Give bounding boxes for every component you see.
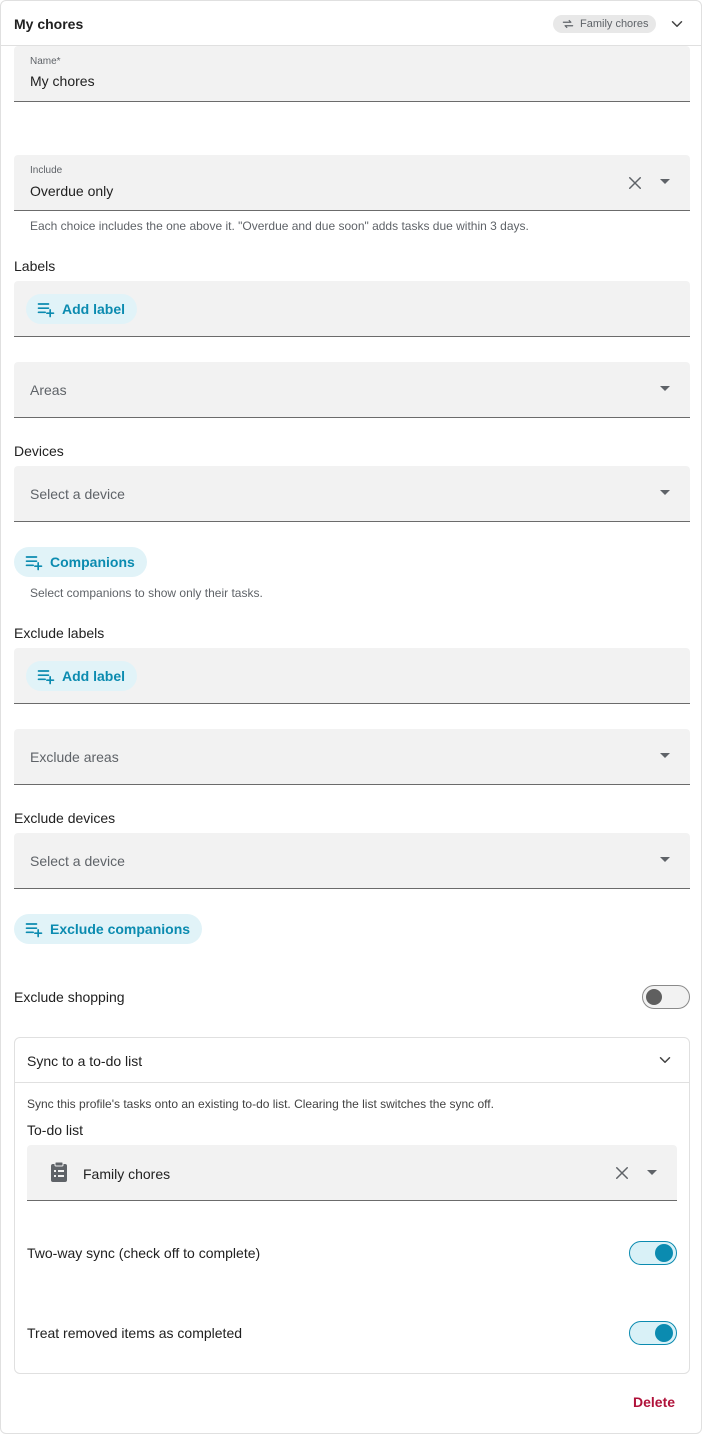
companions-button-label: Companions bbox=[50, 554, 135, 570]
exclude-add-label-button-label: Add label bbox=[62, 668, 126, 684]
sync-panel-title: Sync to a to-do list bbox=[27, 1053, 143, 1069]
dropdown-arrow-icon[interactable] bbox=[660, 857, 670, 862]
devices-select-placeholder: Select a device bbox=[30, 486, 125, 502]
devices-heading: Devices bbox=[14, 443, 64, 459]
exclude-companions-button-label: Exclude companions bbox=[50, 921, 191, 937]
exclude-shopping-label: Exclude shopping bbox=[14, 989, 125, 1005]
two-way-sync-toggle[interactable] bbox=[629, 1241, 677, 1265]
chevron-down-icon[interactable] bbox=[668, 15, 686, 33]
delete-button[interactable]: Delete bbox=[633, 1394, 675, 1410]
dropdown-arrow-icon[interactable] bbox=[660, 386, 670, 391]
dropdown-arrow-icon[interactable] bbox=[647, 1170, 657, 1175]
include-select[interactable]: Include Overdue only bbox=[14, 155, 690, 211]
companions-helper-text: Select companions to show only their tas… bbox=[30, 586, 263, 600]
dropdown-arrow-icon[interactable] bbox=[660, 490, 670, 495]
clipboard-list-icon bbox=[51, 1161, 67, 1182]
include-helper-text: Each choice includes the one above it. "… bbox=[30, 219, 529, 233]
add-label-button[interactable]: Add label bbox=[26, 294, 138, 324]
include-select-value: Overdue only bbox=[30, 183, 114, 199]
two-way-sync-label: Two-way sync (check off to complete) bbox=[27, 1245, 261, 1261]
sync-panel-header[interactable]: Sync to a to-do list bbox=[15, 1038, 689, 1083]
clear-icon[interactable] bbox=[613, 1164, 631, 1182]
todo-list-value: Family chores bbox=[83, 1166, 171, 1182]
playlist-add-icon bbox=[25, 556, 43, 571]
playlist-add-icon bbox=[37, 303, 55, 318]
card-header[interactable]: My chores Family chores bbox=[1, 1, 701, 46]
companions-button[interactable]: Companions bbox=[14, 547, 147, 577]
playlist-add-icon bbox=[37, 670, 55, 685]
sync-badge: Family chores bbox=[553, 15, 657, 33]
todo-list-select[interactable]: Family chores bbox=[27, 1145, 677, 1201]
exclude-areas-select[interactable]: Exclude areas bbox=[14, 729, 690, 785]
chevron-down-icon[interactable] bbox=[656, 1051, 674, 1069]
exclude-devices-placeholder: Select a device bbox=[30, 853, 125, 869]
include-select-label: Include bbox=[30, 165, 63, 176]
exclude-labels-heading: Exclude labels bbox=[14, 625, 105, 641]
toggle-knob bbox=[655, 1244, 673, 1262]
exclude-devices-heading: Exclude devices bbox=[14, 810, 116, 826]
name-field-label: Name* bbox=[30, 56, 61, 67]
name-field[interactable]: Name* My chores bbox=[14, 46, 690, 102]
toggle-knob bbox=[646, 989, 662, 1005]
exclude-add-label-button[interactable]: Add label bbox=[26, 661, 138, 691]
areas-select-placeholder: Areas bbox=[30, 382, 67, 398]
sync-badge-label: Family chores bbox=[580, 18, 649, 30]
card-title: My chores bbox=[14, 16, 84, 32]
removed-completed-label: Treat removed items as completed bbox=[27, 1325, 243, 1341]
profile-card: My chores Family chores Name* My chores … bbox=[0, 0, 702, 1434]
sync-description: Sync this profile's tasks onto an existi… bbox=[27, 1097, 494, 1111]
removed-completed-toggle[interactable] bbox=[629, 1321, 677, 1345]
add-label-button-label: Add label bbox=[62, 301, 126, 317]
exclude-areas-placeholder: Exclude areas bbox=[30, 749, 119, 765]
exclude-shopping-toggle[interactable] bbox=[642, 985, 690, 1009]
exclude-companions-button[interactable]: Exclude companions bbox=[14, 914, 203, 944]
areas-select[interactable]: Areas bbox=[14, 362, 690, 418]
dropdown-arrow-icon[interactable] bbox=[660, 179, 670, 184]
devices-select[interactable]: Select a device bbox=[14, 466, 690, 522]
dropdown-arrow-icon[interactable] bbox=[660, 753, 670, 758]
sync-panel: Sync to a to-do list Sync this profile's… bbox=[14, 1037, 690, 1374]
playlist-add-icon bbox=[25, 923, 43, 938]
exclude-devices-select[interactable]: Select a device bbox=[14, 833, 690, 889]
todo-list-label: To-do list bbox=[27, 1122, 84, 1138]
toggle-knob bbox=[655, 1324, 673, 1342]
swap-icon bbox=[562, 19, 574, 29]
name-field-value: My chores bbox=[30, 73, 95, 89]
clear-icon[interactable] bbox=[626, 174, 644, 192]
labels-heading: Labels bbox=[14, 258, 56, 274]
